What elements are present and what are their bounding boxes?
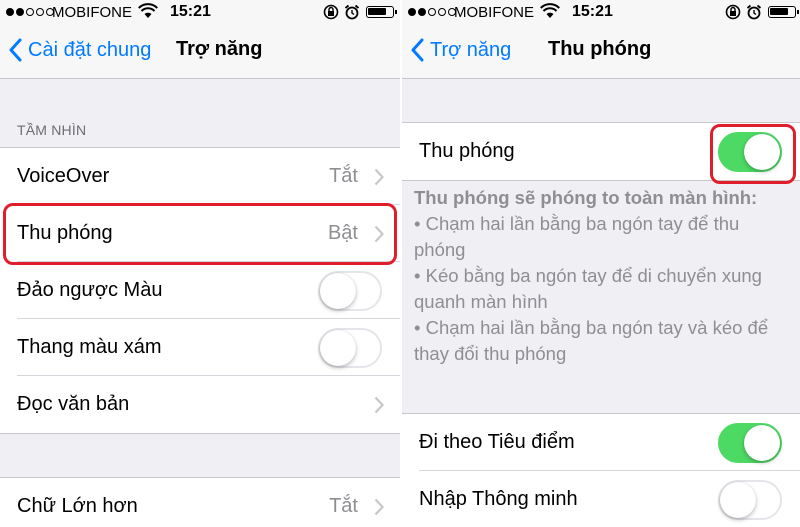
row-label: Chữ Lớn hơn bbox=[17, 495, 138, 517]
row-grayscale: Thang màu xám bbox=[0, 319, 400, 376]
invert-colors-toggle[interactable] bbox=[318, 270, 382, 311]
grayscale-toggle[interactable] bbox=[318, 327, 382, 368]
section-header-vision: TẦM NHÌN bbox=[17, 122, 87, 138]
chevron-right-icon bbox=[374, 225, 384, 242]
row-larger-text[interactable]: Chữ Lớn hơn Tắt bbox=[0, 478, 400, 527]
row-follow-focus: Đi theo Tiêu điểm bbox=[402, 414, 800, 471]
chevron-right-icon bbox=[374, 168, 384, 185]
smart-typing-toggle[interactable] bbox=[718, 479, 782, 520]
alarm-icon bbox=[746, 4, 762, 20]
row-label: VoiceOver bbox=[17, 165, 110, 187]
carrier-name: MOBIFONE bbox=[52, 4, 133, 21]
back-button[interactable]: Trợ năng bbox=[410, 38, 511, 62]
rotation-lock-icon bbox=[323, 4, 339, 20]
signal-strength-icon bbox=[408, 8, 456, 18]
status-time: 15:21 bbox=[572, 3, 613, 20]
row-zoom-toggle: Thu phóng bbox=[402, 123, 800, 180]
chevron-right-icon bbox=[374, 498, 384, 515]
chevron-left-icon bbox=[411, 38, 424, 62]
row-speech[interactable]: Đọc văn bản bbox=[0, 376, 400, 433]
description-title: Thu phóng sẽ phóng to toàn màn hình: bbox=[414, 187, 758, 208]
carrier-name: MOBIFONE bbox=[454, 4, 535, 21]
vision-settings-group: VoiceOver Tắt Thu phóng Bật Đảo ngược Mà… bbox=[0, 147, 400, 434]
text-settings-group: Chữ Lớn hơn Tắt bbox=[0, 477, 400, 527]
zoom-toggle-group: Thu phóng bbox=[402, 122, 800, 181]
row-label: Đảo ngược Màu bbox=[17, 279, 163, 301]
chevron-right-icon bbox=[374, 396, 384, 413]
row-zoom[interactable]: Thu phóng Bật bbox=[0, 205, 400, 262]
nav-bar: Trợ năng Thu phóng bbox=[402, 24, 800, 79]
page-title: Trợ năng bbox=[176, 38, 263, 60]
row-value: Bật bbox=[327, 222, 358, 244]
back-label: Trợ năng bbox=[430, 38, 512, 61]
row-smart-typing: Nhập Thông minh bbox=[402, 471, 800, 527]
description-bullet: • Chạm hai lần bằng ba ngón tay để thu p… bbox=[414, 213, 740, 260]
description-bullet: • Kéo bằng ba ngón tay để di chuyển xung… bbox=[414, 265, 762, 312]
back-label: Cài đặt chung bbox=[28, 38, 152, 61]
status-bar: MOBIFONE 15:21 bbox=[0, 0, 400, 24]
left-screen: MOBIFONE 15:21 Cài đặt chung Trợ năng TẦ… bbox=[0, 0, 400, 527]
battery-icon bbox=[366, 6, 397, 18]
status-bar: MOBIFONE 15:21 bbox=[402, 0, 800, 24]
description-bullet: • Chạm hai lần bằng ba ngón tay và kéo đ… bbox=[414, 317, 769, 364]
back-button[interactable]: Cài đặt chung bbox=[8, 38, 151, 62]
row-label: Thu phóng bbox=[419, 140, 515, 162]
row-label: Đọc văn bản bbox=[17, 393, 130, 415]
wifi-icon bbox=[138, 3, 158, 18]
signal-strength-icon bbox=[6, 8, 54, 18]
alarm-icon bbox=[344, 4, 360, 20]
zoom-options-group: Đi theo Tiêu điểm Nhập Thông minh bbox=[402, 413, 800, 527]
rotation-lock-icon bbox=[725, 4, 741, 20]
row-voiceover[interactable]: VoiceOver Tắt bbox=[0, 148, 400, 205]
status-time: 15:21 bbox=[170, 3, 211, 20]
row-label: Thang màu xám bbox=[17, 336, 162, 358]
zoom-description: Thu phóng sẽ phóng to toàn màn hình: • C… bbox=[414, 185, 794, 367]
page-title: Thu phóng bbox=[548, 38, 652, 60]
row-value: Tắt bbox=[329, 165, 358, 187]
row-label: Nhập Thông minh bbox=[419, 488, 578, 510]
nav-bar: Cài đặt chung Trợ năng bbox=[0, 24, 400, 79]
row-invert-colors: Đảo ngược Màu bbox=[0, 262, 400, 319]
row-value: Tắt bbox=[329, 495, 358, 517]
wifi-icon bbox=[540, 3, 560, 18]
row-label: Thu phóng bbox=[17, 222, 113, 244]
right-screen: MOBIFONE 15:21 Trợ năng Thu phóng Thu ph… bbox=[400, 0, 800, 527]
zoom-toggle[interactable] bbox=[718, 131, 782, 172]
follow-focus-toggle[interactable] bbox=[718, 422, 782, 463]
chevron-left-icon bbox=[9, 38, 22, 62]
row-label: Đi theo Tiêu điểm bbox=[419, 431, 575, 453]
battery-icon bbox=[768, 6, 799, 18]
